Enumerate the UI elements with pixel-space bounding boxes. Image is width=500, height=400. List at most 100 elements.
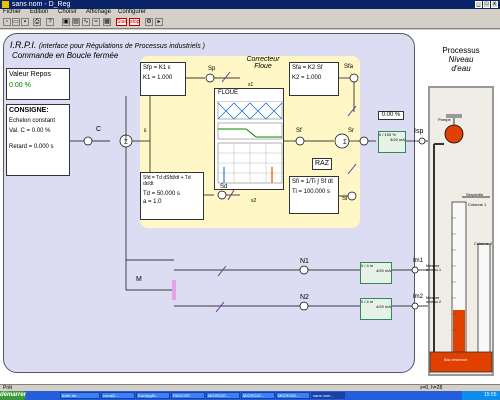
pump-label: Pompe xyxy=(438,117,451,122)
task-item[interactable]: MICRO20... xyxy=(276,392,310,399)
task-item[interactable]: Eac2pgM... xyxy=(136,392,170,399)
fuzzy-label: FLOUE xyxy=(218,90,239,96)
signal-s2: s2 xyxy=(251,198,257,204)
title-bar: sans nom - D_Reg _ □ x xyxy=(0,0,500,9)
taskbar: démarrer boite de... corral2... Eac2pgM.… xyxy=(0,391,500,400)
derivative-block[interactable]: Sfd = Td dSfd/dt + Td dε/dt Td = 50.000 … xyxy=(140,172,204,220)
output-percent: 0.00 % xyxy=(378,111,404,120)
save-icon[interactable]: ▪ xyxy=(21,18,29,26)
integral-block[interactable]: Sfi = 1/Ti ∫ Sf dt Ti = 100.000 s xyxy=(289,176,339,214)
panel-header: I.R.P.I. (interface pour Régulations de … xyxy=(10,40,205,50)
repos-value[interactable]: 0.00 % xyxy=(7,80,69,91)
signal-sf: Sf xyxy=(296,128,302,134)
measure1-converter: 0 / 4 m 4/20 mA xyxy=(360,262,392,284)
new-file-icon[interactable]: ▫ xyxy=(3,18,11,26)
meas1-signal: 4/20 mA xyxy=(376,268,391,273)
task-item[interactable]: corral2... xyxy=(101,392,135,399)
signal-m: M xyxy=(136,276,142,283)
sfi-equation: Sfi = 1/Ti ∫ Sf dt xyxy=(292,179,333,185)
minimize-button[interactable]: _ xyxy=(475,1,482,8)
ti-value[interactable]: Ti = 100.000 s xyxy=(290,187,338,197)
system-tray: 15:55 xyxy=(462,391,500,400)
retard-label[interactable]: Retard = 0.000 s xyxy=(7,142,69,152)
menu-edition[interactable]: Edition xyxy=(30,9,48,16)
start-menu-button[interactable]: démarrer xyxy=(0,391,26,400)
signal-eps: ε xyxy=(144,128,147,134)
measure2-converter: 0 / 4 m 4/20 mA xyxy=(360,298,392,320)
level1-label: Mesure niveau 1 xyxy=(426,263,442,272)
consigne-label: CONSIGNE: xyxy=(9,107,49,114)
signal-sp: Sp xyxy=(208,66,216,72)
fuzzy-gain-block[interactable]: Sfa = K2 Sf K2 = 1.000 xyxy=(289,62,339,96)
signal-sfa: Sfa xyxy=(344,64,354,70)
serpentin-label: Serpentin xyxy=(466,192,484,197)
signal-si: Si xyxy=(342,196,348,202)
td-value[interactable]: Td = 50.000 s xyxy=(141,189,203,199)
task-item[interactable]: PAGCOP... xyxy=(171,392,205,399)
open-file-icon[interactable]: ▭ xyxy=(12,18,20,26)
process-title-line2: Niveau xyxy=(448,55,474,64)
raz-button[interactable]: RAZ xyxy=(312,158,332,170)
print-icon[interactable]: ⎙ xyxy=(33,18,41,26)
column1-label: Colonne 1 xyxy=(468,202,487,207)
process-title: Processus Niveau d'eau xyxy=(422,46,500,73)
sfa-equation: Sfa = K2 Sf xyxy=(292,65,323,71)
view2-icon[interactable]: ▤ xyxy=(72,18,80,26)
a-value[interactable]: a = 1.0 xyxy=(141,199,203,205)
signal-s1: s1 xyxy=(248,82,254,88)
process-title-line3: d'eau xyxy=(451,64,471,73)
help-icon[interactable]: ? xyxy=(46,18,54,26)
level2-label: Mesure niveau 2 xyxy=(426,295,442,304)
k1-value[interactable]: K1 = 1.000 xyxy=(141,73,185,83)
task-item[interactable]: MICRO20... xyxy=(241,392,275,399)
toolbar: ▫ ▭ ▪ ⎙ ? ▣ ▤ ∿ ≈ ▦ Start stop ⚙ ▸ xyxy=(0,16,500,29)
maximize-button[interactable]: □ xyxy=(483,1,490,8)
signal-c: C xyxy=(96,126,102,133)
app-icon xyxy=(2,1,9,8)
output-converter: 0 / 100 % 4/20 mA xyxy=(378,131,406,153)
repos-label: Valeur Repos xyxy=(9,71,51,78)
app-title: I.R.P.I. xyxy=(10,40,37,50)
converter1-signal: 4/20 mA xyxy=(390,137,405,142)
fuzzy-graphs xyxy=(217,101,283,184)
signal-sr: Sr xyxy=(348,128,354,134)
menu-choisir[interactable]: Choisir xyxy=(58,9,77,16)
signal-n1: N1 xyxy=(300,258,309,265)
start-button[interactable]: Start xyxy=(116,18,128,26)
step-icon[interactable]: ▸ xyxy=(155,18,163,26)
process-drawing xyxy=(429,114,493,373)
view1-icon[interactable]: ▣ xyxy=(62,18,70,26)
menu-bar: Fichier Edition Choisir Affichage Config… xyxy=(0,9,500,16)
close-button[interactable]: x xyxy=(491,1,498,8)
stop-button[interactable]: stop xyxy=(129,18,140,26)
grid-icon[interactable]: ▦ xyxy=(103,18,111,26)
k2-value[interactable]: K2 = 1.000 xyxy=(290,73,338,83)
app-subtitle: (interface pour Régulations de Processus… xyxy=(38,43,206,50)
task-item[interactable]: boite de... xyxy=(60,392,100,399)
fuzzy-block[interactable]: FLOUE xyxy=(214,88,284,190)
menu-configurer[interactable]: Configurer xyxy=(118,9,146,16)
sp-equation: Sfp = K1 ε xyxy=(143,65,171,71)
task-item[interactable]: sans nom... xyxy=(311,392,345,399)
fuzzy-title: Correcteur Floue xyxy=(246,56,280,70)
val-c-label[interactable]: Val. C = 0.00 % xyxy=(7,126,69,136)
consigne-box: CONSIGNE: Echelon constant Val. C = 0.00… xyxy=(6,104,70,176)
clock: 15:55 xyxy=(484,392,497,398)
menu-fichier[interactable]: Fichier xyxy=(3,9,21,16)
signal-sd: Sd xyxy=(220,184,228,190)
tank-label: Bac réservoir xyxy=(444,357,468,362)
process-title-line1: Processus xyxy=(442,46,480,55)
mode-label: Commande en Boucle fermée xyxy=(12,51,119,60)
sd-equation: Sfd = Td dSfd/dt + Td dε/dt xyxy=(143,175,191,187)
proportional-block[interactable]: Sfp = K1 ε K1 = 1.000 xyxy=(140,62,186,96)
meas2-signal: 4/20 mA xyxy=(376,304,391,309)
chart2-icon[interactable]: ≈ xyxy=(92,18,100,26)
window-title: sans nom - D_Reg xyxy=(12,1,71,8)
repos-box: Valeur Repos 0.00 % xyxy=(6,68,70,100)
echelon-label[interactable]: Echelon constant xyxy=(7,116,69,126)
settings-icon[interactable]: ⚙ xyxy=(145,18,153,26)
task-item[interactable]: MICRO20... xyxy=(206,392,240,399)
signal-n2: N2 xyxy=(300,294,309,301)
menu-affichage[interactable]: Affichage xyxy=(86,9,111,16)
chart-icon[interactable]: ∿ xyxy=(82,18,90,26)
